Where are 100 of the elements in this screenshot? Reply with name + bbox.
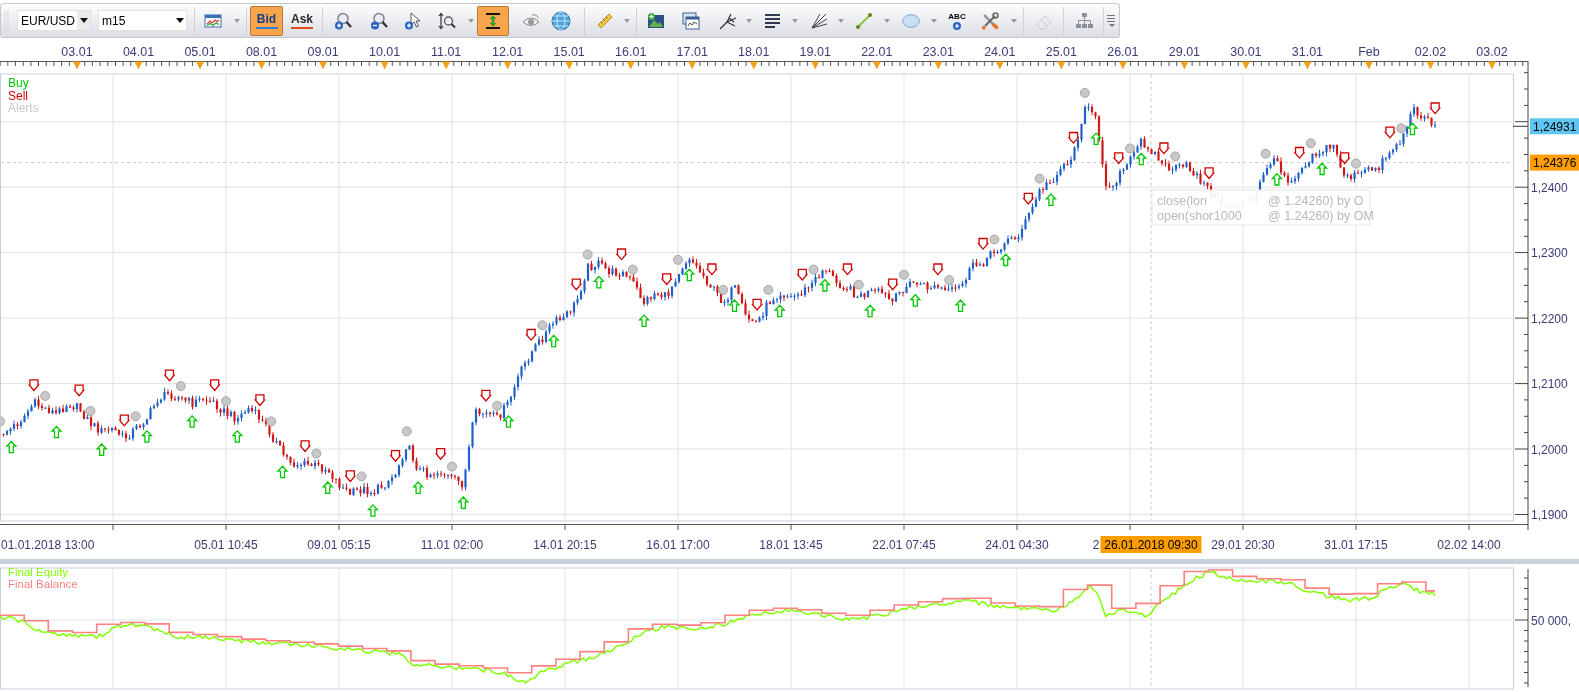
alert-dot-icon <box>718 284 729 295</box>
buy-arrow-icon <box>140 429 153 443</box>
grip-icon[interactable] <box>4 10 9 31</box>
buy-arrow-icon <box>502 414 515 428</box>
buy-arrow-icon <box>728 299 741 312</box>
sell-arrow-icon <box>977 237 989 251</box>
scale-toggle-button[interactable] <box>477 5 509 36</box>
caret-icon[interactable] <box>931 18 937 23</box>
day-marker-icon <box>749 61 758 70</box>
quote-tab[interactable]: Bid <box>250 5 283 36</box>
line-segment-icon[interactable] <box>855 11 873 30</box>
timeframe-dropdown[interactable]: m15 <box>98 10 187 31</box>
time-label: 31.01 17:15 <box>1324 538 1388 552</box>
menu-icon[interactable] <box>1107 13 1116 28</box>
day-marker-icon <box>995 61 1004 70</box>
symbol-dropdown[interactable]: EUR/USD <box>17 10 91 31</box>
date-label: 17.01 <box>676 45 708 59</box>
day-marker-icon <box>1057 61 1066 70</box>
day-marker-icon <box>934 61 943 70</box>
alert-dot-icon <box>266 416 277 427</box>
buy-arrow-icon <box>412 481 425 494</box>
zoom-range-icon[interactable] <box>438 11 456 30</box>
hierarchy-icon[interactable] <box>1075 12 1094 29</box>
sell-arrow-icon <box>1022 192 1035 205</box>
sell-arrow-icon <box>841 263 854 276</box>
day-marker-icon <box>1364 61 1373 70</box>
caret-icon[interactable] <box>234 18 240 23</box>
buy-arrow-icon <box>5 440 18 454</box>
date-label: 25.01 <box>1045 45 1077 59</box>
sell-arrow-icon <box>118 414 131 427</box>
alert-dot-icon <box>944 275 955 286</box>
alert-dot-icon <box>537 320 548 331</box>
date-label: 23.01 <box>922 45 954 59</box>
quote-tab[interactable]: Ask <box>288 5 316 36</box>
alert-dot-icon <box>1260 148 1271 159</box>
day-marker-icon <box>134 61 143 70</box>
alert-dot-icon <box>1170 151 1181 162</box>
horizontal-lines-icon[interactable] <box>764 11 782 30</box>
buy-arrow-icon <box>954 299 967 312</box>
date-label: 22.01 <box>861 45 893 59</box>
caret-icon[interactable] <box>1011 18 1017 23</box>
fan-lines-icon[interactable] <box>810 11 828 30</box>
date-label: 18.01 <box>738 45 770 59</box>
buy-arrow-icon <box>1135 152 1148 166</box>
sell-arrow-icon <box>1293 146 1306 160</box>
alert-dot-icon <box>130 411 141 422</box>
price-label: 1,1900 <box>1531 507 1568 522</box>
caret-icon[interactable] <box>884 18 890 23</box>
buy-arrow-icon <box>1090 132 1103 146</box>
price-label: 1,2200 <box>1531 311 1568 326</box>
globe-icon[interactable] <box>551 10 571 31</box>
alert-dot-icon <box>853 279 864 290</box>
day-marker-icon <box>73 61 81 70</box>
date-label: 11.01 <box>430 45 462 59</box>
sell-arrow-icon <box>660 273 673 286</box>
tooltip-text: @ 1.24260) by O <box>1268 194 1364 208</box>
sell-arrow-icon <box>1203 167 1215 180</box>
alert-dot-icon <box>627 264 638 275</box>
tools-icon[interactable] <box>981 11 999 30</box>
alert-dot-icon <box>989 234 1000 245</box>
alert-dot-icon <box>175 381 186 392</box>
day-marker-icon <box>503 61 512 70</box>
ruler-icon[interactable] <box>596 11 614 30</box>
time-label: 02.02 14:00 <box>1437 538 1501 552</box>
pitchfork-icon[interactable] <box>719 11 737 30</box>
date-label: 04.01 <box>122 45 155 59</box>
sell-arrow-icon <box>208 379 221 392</box>
buy-arrow-icon <box>818 278 831 292</box>
text-tool-button[interactable]: ABC <box>948 9 966 32</box>
caret-icon[interactable] <box>792 18 798 23</box>
zoom-in-icon[interactable] <box>334 11 352 30</box>
date-label: 09.01 <box>307 45 339 59</box>
price-label: 1,2000 <box>1531 442 1568 457</box>
sell-arrow-icon <box>615 248 628 261</box>
date-label: 26.01 <box>1107 45 1139 59</box>
ellipse-icon[interactable] <box>902 13 920 28</box>
buy-arrow-icon <box>1316 162 1329 176</box>
sell-arrow-icon <box>1112 152 1125 165</box>
legend-label: Final Equity <box>8 566 69 578</box>
day-marker-icon <box>257 61 266 70</box>
day-marker-icon <box>1426 61 1435 70</box>
windows-icon[interactable] <box>682 11 700 30</box>
alert-dot-icon <box>808 264 819 275</box>
plus-icon <box>953 21 961 30</box>
sell-arrow-icon <box>163 369 176 382</box>
chart-window-icon[interactable] <box>204 11 222 30</box>
picture-icon[interactable] <box>647 11 665 30</box>
caret-icon[interactable] <box>838 18 844 23</box>
sell-arrow-icon <box>73 384 85 397</box>
zoom-out-icon[interactable] <box>370 11 388 30</box>
caret-icon[interactable] <box>624 18 630 23</box>
caret-icon[interactable] <box>746 18 752 23</box>
buy-arrow-icon <box>50 425 63 439</box>
cursor-plus-icon[interactable] <box>404 11 422 30</box>
day-marker-icon <box>196 61 205 70</box>
day-marker-icon <box>811 61 820 70</box>
caret-icon[interactable] <box>468 18 474 23</box>
alert-dot-icon <box>763 284 774 295</box>
buy-arrow-icon <box>231 429 244 443</box>
day-marker-icon <box>1118 61 1127 70</box>
